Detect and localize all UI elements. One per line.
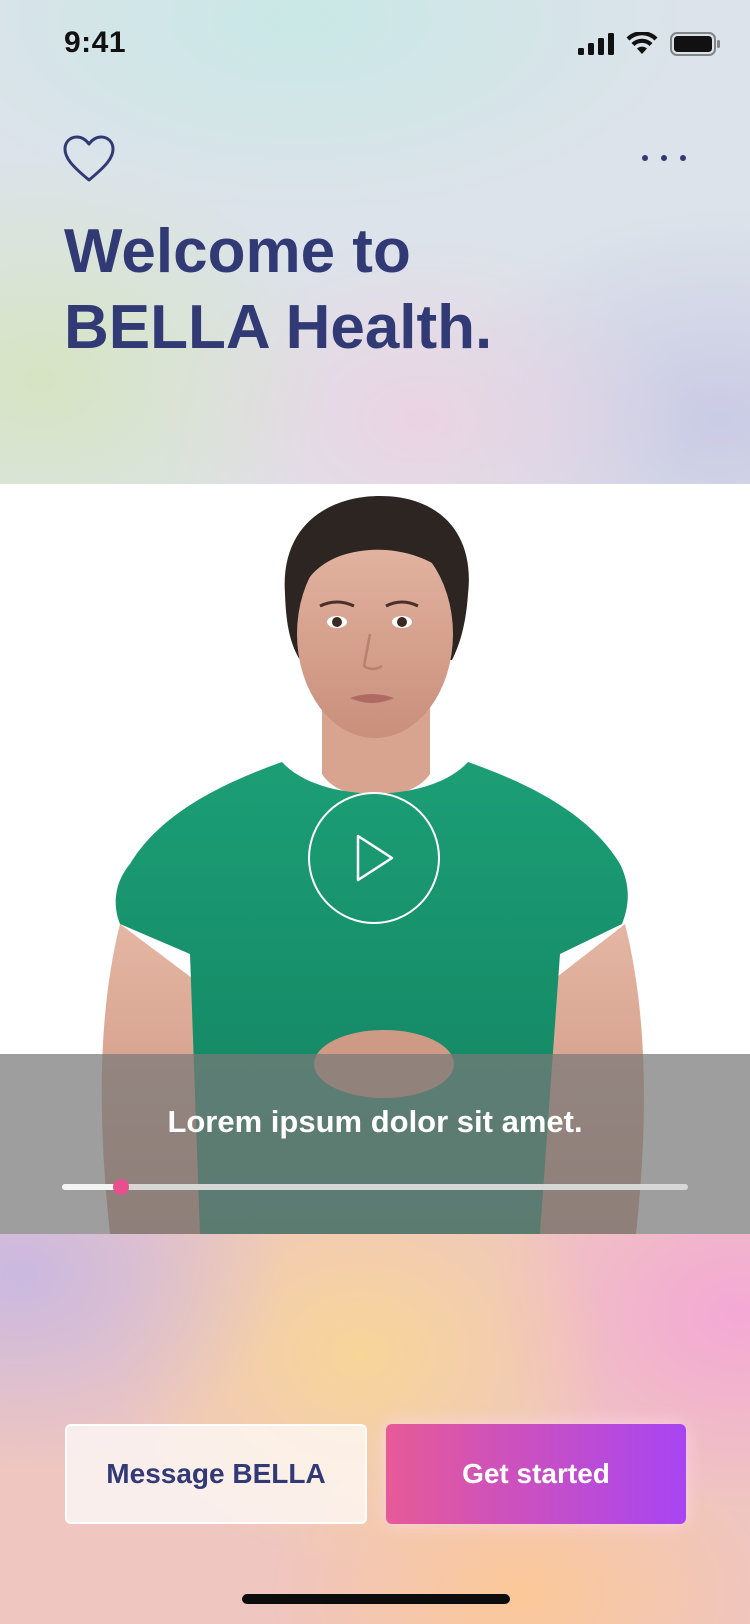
page-title: Welcome to BELLA Health. xyxy=(64,214,704,366)
caption-bar xyxy=(0,1054,750,1234)
more-icon[interactable] xyxy=(642,152,686,164)
footer-gradient: Message BELLA Get started xyxy=(0,1234,750,1624)
status-icons xyxy=(578,32,720,56)
battery-icon xyxy=(670,32,720,56)
heart-icon[interactable] xyxy=(62,134,116,184)
wifi-icon xyxy=(626,32,658,54)
video-player[interactable]: Lorem ipsum dolor sit amet. xyxy=(0,484,750,1234)
message-bella-button[interactable]: Message BELLA xyxy=(65,1424,367,1524)
title-line-1: Welcome to xyxy=(64,217,411,286)
play-icon xyxy=(356,834,394,882)
video-caption: Lorem ipsum dolor sit amet. xyxy=(167,1104,583,1139)
title-line-2: BELLA Health. xyxy=(64,293,493,362)
more-dot xyxy=(680,155,686,161)
more-dot xyxy=(661,155,667,161)
signal-icon xyxy=(578,33,614,55)
play-button[interactable] xyxy=(308,792,440,924)
more-dot xyxy=(642,155,648,161)
status-time: 9:41 xyxy=(64,26,127,59)
video-progress-track[interactable] xyxy=(62,1179,688,1195)
get-started-button[interactable]: Get started xyxy=(386,1424,686,1524)
home-indicator xyxy=(242,1594,510,1604)
header-gradient: 9:41 Welcome to BELLA Health. xyxy=(0,0,750,484)
